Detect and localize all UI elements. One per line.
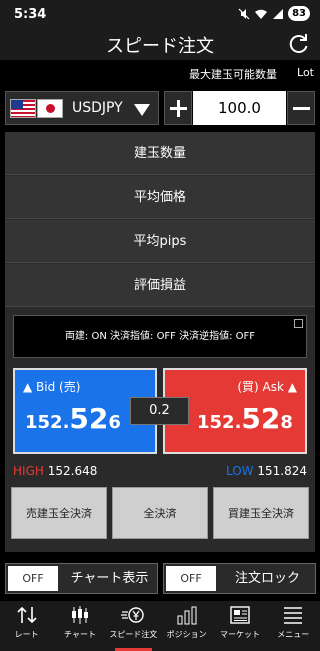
bar-chart-icon (177, 606, 197, 625)
refresh-icon[interactable] (284, 30, 312, 58)
dropdown-triangle-icon (134, 104, 150, 116)
nav-label: マーケット (219, 630, 260, 639)
ask-label: (買) Ask ▲ (237, 380, 297, 394)
toggle-label: 注文ロック (234, 571, 300, 586)
close-all-buy-button[interactable]: 買建玉全決済 (213, 487, 309, 539)
quantity-input[interactable]: 100.0 (193, 91, 286, 125)
nav-label: レート (14, 630, 39, 639)
title-bar: スピード注文 (0, 30, 320, 60)
nav-item-speed-order[interactable]: スピード注文 (107, 601, 160, 651)
nav-label: スピード注文 (109, 630, 158, 639)
nav-item-chart[interactable]: チャート (53, 601, 106, 651)
row-position-quantity: 建玉数量 (5, 132, 315, 175)
spread-value: 0.2 (130, 397, 189, 425)
order-settings[interactable]: 両建: ON 決済指値: OFF 決済逆指値: OFF (13, 315, 307, 358)
nav-item-position[interactable]: ポジション (160, 601, 213, 651)
decrease-quantity-button[interactable] (287, 91, 315, 125)
high-price: HIGH 152.648 (13, 464, 98, 478)
newspaper-icon (230, 606, 250, 624)
status-bar: 5:34 83 (0, 0, 320, 30)
chart-display-toggle[interactable]: OFF チャート表示 (5, 563, 158, 594)
nav-label: ポジション (166, 630, 207, 639)
yen-speed-icon (121, 607, 145, 623)
toggle-label: チャート表示 (70, 571, 149, 586)
jp-flag-icon (37, 99, 63, 118)
ask-price: 152.528 (197, 402, 293, 435)
nav-item-market[interactable]: マーケット (213, 601, 266, 651)
battery-icon: 83 (288, 6, 310, 21)
currency-pair-select[interactable]: USDJPY (5, 91, 159, 125)
list-menu-icon (284, 607, 303, 624)
candlestick-icon (71, 606, 88, 624)
close-all-button[interactable]: 全決済 (112, 487, 208, 539)
low-price: LOW 151.824 (225, 464, 307, 478)
toggle-state: OFF (8, 566, 58, 591)
bid-price: 152.526 (25, 402, 121, 435)
clock: 5:34 (14, 7, 47, 22)
expand-icon (294, 319, 303, 328)
bottom-nav: レート チャート スピード注文 ポジション マーケット メニュー (0, 601, 320, 651)
order-lock-toggle[interactable]: OFF 注文ロック (163, 563, 316, 594)
status-icons: 83 (238, 6, 310, 21)
nav-item-menu[interactable]: メニュー (267, 601, 320, 651)
increase-quantity-button[interactable] (164, 91, 192, 125)
toggle-state: OFF (166, 566, 216, 591)
up-down-arrows-icon (17, 606, 37, 624)
page-title: スピード注文 (106, 36, 214, 57)
wifi-icon (255, 9, 268, 19)
row-average-pips: 平均pips (5, 220, 315, 263)
close-all-sell-button[interactable]: 売建玉全決済 (11, 487, 107, 539)
max-quantity-label: 最大建玉可能数量 (189, 68, 278, 81)
nav-label: メニュー (277, 630, 310, 639)
bid-label: ▲ Bid (売) (23, 380, 81, 394)
order-settings-text: 両建: ON 決済指値: OFF 決済逆指値: OFF (64, 331, 256, 342)
row-average-price: 平均価格 (5, 176, 315, 219)
nav-label: チャート (64, 630, 96, 639)
unit-label: Lot (297, 66, 314, 79)
row-unrealized-pl: 評価損益 (5, 264, 315, 307)
signal-icon (273, 8, 284, 19)
order-panel: 建玉数量 平均価格 平均pips 評価損益 両建: ON 決済指値: OFF 決… (5, 132, 315, 552)
mute-icon (238, 8, 250, 19)
nav-item-rate[interactable]: レート (0, 601, 53, 651)
max-quantity-line: 最大建玉可能数量 Lot (189, 66, 314, 82)
us-flag-icon (10, 99, 36, 118)
pair-symbol: USDJPY (72, 100, 123, 116)
